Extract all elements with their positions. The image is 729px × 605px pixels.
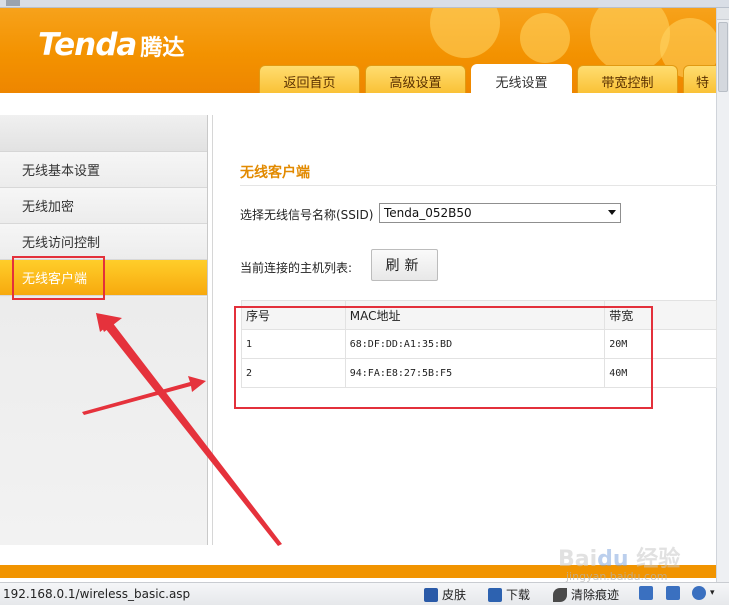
scroll-up-icon[interactable] [717, 8, 729, 20]
sidebar-filler [0, 297, 207, 545]
download-label: 下载 [506, 588, 531, 602]
speaker-icon [639, 586, 653, 600]
skin-label: 皮肤 [442, 588, 467, 602]
ssid-select-value: Tenda_052B50 [384, 206, 472, 220]
host-list-label: 当前连接的主机列表: [240, 261, 353, 275]
annotation-box-table [234, 306, 653, 409]
title-divider [240, 185, 717, 186]
sidebar-item-basic[interactable]: 无线基本设置 [0, 152, 207, 188]
annotation-box-sidebar [12, 256, 105, 300]
skin-button[interactable]: 皮肤 [424, 586, 466, 603]
ssid-label: 选择无线信号名称(SSID) [240, 208, 374, 222]
browser-top-edge [0, 0, 729, 8]
tab-bandwidth[interactable]: 带宽控制 [577, 65, 678, 93]
refresh-button[interactable]: 刷新 [371, 249, 438, 281]
broom-icon [553, 587, 567, 602]
decor-bubble [430, 8, 500, 58]
tab-advanced[interactable]: 高级设置 [365, 65, 466, 93]
tenda-logo: Tenda 腾达 [38, 27, 184, 63]
magnifier-icon [692, 586, 706, 600]
decor-bubble [520, 13, 570, 63]
screen-icon [666, 586, 680, 600]
chevron-down-icon[interactable]: ▾ [710, 588, 715, 598]
sidebar-header [0, 115, 207, 152]
sidebar-item-access-control[interactable]: 无线访问控制 [0, 224, 207, 260]
zoom-button[interactable]: ▾ [692, 586, 715, 600]
volume-button[interactable] [639, 586, 657, 600]
chevron-down-icon[interactable] [608, 210, 616, 215]
logo-brand-cn: 腾达 [140, 36, 185, 61]
download-button[interactable]: 下载 [488, 586, 530, 603]
vertical-scrollbar[interactable] [716, 8, 729, 582]
page-title: 无线客户端 [240, 165, 310, 181]
logo-brand: Tenda [38, 27, 137, 63]
ssid-select[interactable]: Tenda_052B50 [379, 203, 621, 223]
tab-wireless[interactable]: 无线设置 [471, 64, 572, 93]
browser-window: Tenda 腾达 返回首页 高级设置 无线设置 带宽控制 特 无线基本设置 无线… [0, 0, 729, 605]
baidu-watermark-logo: Baidu 经验 [558, 547, 681, 572]
download-icon [488, 587, 502, 602]
status-url: 192.168.0.1/wireless_basic.asp [3, 587, 191, 601]
router-header: Tenda 腾达 返回首页 高级设置 无线设置 带宽控制 特 [0, 8, 716, 93]
browser-statusbar: 192.168.0.1/wireless_basic.asp 皮肤 下载 清除痕… [0, 582, 729, 605]
sidebar-item-security[interactable]: 无线加密 [0, 188, 207, 224]
clear-history-label: 清除痕迹 [571, 588, 620, 602]
scroll-thumb[interactable] [718, 22, 728, 92]
shirt-icon [424, 587, 438, 602]
window-button-icon[interactable] [6, 0, 20, 6]
tab-more[interactable]: 特 [683, 65, 716, 93]
clear-history-button[interactable]: 清除痕迹 [553, 586, 619, 603]
sidebar: 无线基本设置 无线加密 无线访问控制 无线客户端 [0, 115, 208, 545]
screen-button[interactable] [666, 586, 684, 600]
tab-home[interactable]: 返回首页 [259, 65, 360, 93]
decor-bubble [590, 8, 670, 73]
